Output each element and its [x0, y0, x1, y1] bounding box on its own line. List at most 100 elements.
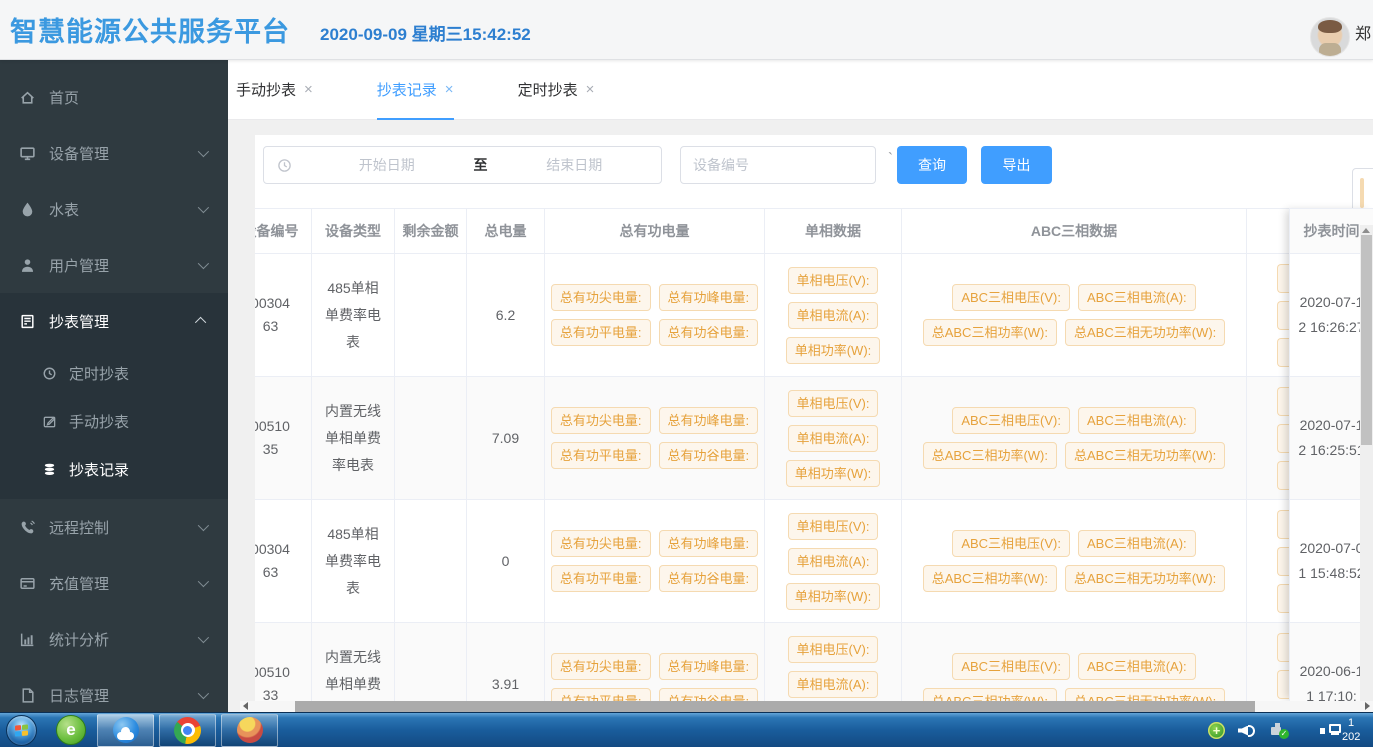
chrome-icon [174, 717, 201, 744]
single-phase-tag: 单相电流(A): [788, 671, 879, 698]
column-header-balance: 剩余金额 [395, 209, 467, 253]
active-energy-cell: 总有功尖电量: 总有功峰电量: 总有功平电量: 总有功谷电量: [545, 254, 765, 376]
energy-tag: 总有功峰电量: [659, 530, 759, 557]
total-energy-cell: 3.91 [467, 623, 545, 701]
sidebar-item-label: 远程控制 [49, 517, 198, 538]
chevron-down-icon [198, 520, 209, 531]
sidebar-item-scheduled-reading[interactable]: 定时抄表 [0, 349, 228, 397]
taskbar-clock[interactable]: 1 202 [1342, 716, 1373, 744]
sidebar-item-label: 充值管理 [49, 573, 198, 594]
user-avatar[interactable] [1310, 17, 1350, 57]
horizontal-scrollbar[interactable] [240, 701, 1373, 712]
active-energy-cell: 总有功尖电量: 总有功峰电量: 总有功平电量: 总有功谷电量: [545, 500, 765, 622]
energy-tag: 总有功谷电量: [659, 688, 759, 701]
chevron-down-icon [198, 632, 209, 643]
windows-logo-icon [15, 724, 28, 736]
single-phase-tag: 单相功率(W): [786, 337, 881, 364]
sidebar-item-meter-reading-mgmt[interactable]: 抄表管理 [0, 293, 228, 349]
sidebar-item-recharge-mgmt[interactable]: 充值管理 [0, 555, 228, 611]
check-icon: ✓ [1279, 729, 1289, 739]
energy-tag: 总有功尖电量: [551, 530, 651, 557]
bar-chart-icon [19, 631, 36, 648]
browser-360-icon[interactable]: e [56, 715, 86, 745]
credit-card-icon [19, 575, 36, 592]
close-icon[interactable]: × [586, 81, 595, 98]
date-range-picker[interactable]: 开始日期 至 结束日期 [263, 146, 662, 184]
single-phase-cell: 单相电压(V): 单相电流(A): 单相功率(W): [765, 500, 902, 622]
sidebar: 首页 设备管理 水表 用户管理 抄表管理 定时抄表 [0, 60, 228, 712]
table-body: 0030463 485单相单费率电表 6.2 总有功尖电量: 总有功峰电量: 总… [255, 254, 1357, 701]
device-no-input[interactable] [680, 146, 876, 184]
range-separator: 至 [474, 155, 488, 175]
sidebar-item-statistics[interactable]: 统计分析 [0, 611, 228, 667]
sidebar-item-user-mgmt[interactable]: 用户管理 [0, 237, 228, 293]
single-phase-tag: 单相功率(W): [786, 583, 881, 610]
sidebar-item-manual-reading[interactable]: 手动抄表 [0, 397, 228, 445]
energy-tag: 总有功尖电量: [551, 653, 651, 680]
column-header-single-phase: 单相数据 [765, 209, 902, 253]
table-header-row: 设备编号 设备类型 剩余金额 总电量 总有功电量 单相数据 ABC三相数据 [255, 208, 1357, 254]
start-button[interactable] [6, 715, 37, 746]
tab-label: 手动抄表 [236, 79, 296, 100]
close-icon[interactable]: × [304, 81, 313, 98]
volume-icon[interactable] [1238, 723, 1257, 739]
username: 郑 [1355, 20, 1371, 44]
sidebar-item-label: 用户管理 [49, 255, 198, 276]
balance-cell [395, 623, 467, 701]
column-header-device-type: 设备类型 [312, 209, 395, 253]
abc-phase-cell: ABC三相电压(V): ABC三相电流(A): 总ABC三相功率(W): 总AB… [902, 254, 1247, 376]
meter-icon [19, 313, 36, 330]
tab-label: 定时抄表 [518, 79, 578, 100]
qq-browser-icon [113, 717, 139, 743]
taskbar-app-chrome[interactable] [159, 714, 216, 747]
abc-phase-tag: ABC三相电压(V): [952, 284, 1070, 311]
total-energy-cell: 6.2 [467, 254, 545, 376]
sidebar-item-label: 抄表管理 [49, 311, 198, 332]
chevron-down-icon [198, 146, 209, 157]
scroll-left-arrow-icon[interactable] [243, 702, 248, 710]
taskbar-app-qq-browser[interactable] [97, 714, 154, 747]
start-date-placeholder[interactable]: 开始日期 [300, 155, 474, 175]
energy-tag: 总有功峰电量: [659, 284, 759, 311]
abc-phase-tag: 总ABC三相无功功率(W): [1065, 688, 1225, 701]
usb-device-icon[interactable]: ✓ [1270, 722, 1289, 739]
scroll-up-arrow-icon[interactable] [1362, 228, 1370, 233]
single-phase-tag: 单相电流(A): [788, 548, 879, 575]
clock-icon [277, 158, 292, 173]
query-button[interactable]: 查询 [897, 146, 967, 184]
energy-tag: 总有功峰电量: [659, 407, 759, 434]
energy-tag: 总有功峰电量: [659, 653, 759, 680]
vertical-scrollbar[interactable] [1360, 225, 1373, 701]
energy-tag: 总有功平电量: [551, 319, 651, 346]
tab-label: 抄表记录 [377, 79, 437, 100]
sidebar-item-label: 统计分析 [49, 629, 198, 650]
abc-phase-tag: 总ABC三相功率(W): [923, 688, 1057, 701]
sidebar-item-reading-records[interactable]: 抄表记录 [0, 445, 228, 493]
sidebar-item-device-mgmt[interactable]: 设备管理 [0, 125, 228, 181]
energy-tag: 总有功谷电量: [659, 319, 759, 346]
sidebar-item-water-meter[interactable]: 水表 [0, 181, 228, 237]
vertical-scrollbar-thumb[interactable] [1361, 235, 1372, 445]
tab-scheduled-reading[interactable]: 定时抄表 × [518, 60, 595, 119]
sidebar-item-remote-control[interactable]: 远程控制 [0, 499, 228, 555]
table-row: 0051035 内置无线单相单费率电表 7.09 总有功尖电量: 总有功峰电量:… [255, 377, 1357, 500]
close-icon[interactable]: × [445, 81, 454, 98]
tab-reading-records[interactable]: 抄表记录 × [377, 60, 454, 119]
abc-phase-cell: ABC三相电压(V): ABC三相电流(A): 总ABC三相功率(W): 总AB… [902, 500, 1247, 622]
abc-phase-tag: ABC三相电流(A): [1078, 530, 1196, 557]
export-button[interactable]: 导出 [981, 146, 1052, 184]
antivirus-tray-icon[interactable]: + [1208, 722, 1225, 739]
tab-manual-reading[interactable]: 手动抄表 × [236, 60, 313, 119]
sidebar-item-label: 水表 [49, 199, 198, 220]
header-datetime: 2020-09-09 星期三15:42:52 [320, 20, 531, 45]
end-date-placeholder[interactable]: 结束日期 [488, 155, 662, 175]
horizontal-scrollbar-thumb[interactable] [295, 701, 1255, 712]
network-icon[interactable] [1320, 722, 1341, 739]
app-title: 智慧能源公共服务平台 [10, 10, 290, 49]
column-header-abc-phase: ABC三相数据 [902, 209, 1247, 253]
sidebar-item-home[interactable]: 首页 [0, 69, 228, 125]
scroll-right-arrow-icon[interactable] [1365, 702, 1370, 710]
taskbar-app-photos[interactable] [221, 714, 278, 747]
sidebar-item-label: 设备管理 [49, 143, 198, 164]
chevron-down-icon [198, 576, 209, 587]
